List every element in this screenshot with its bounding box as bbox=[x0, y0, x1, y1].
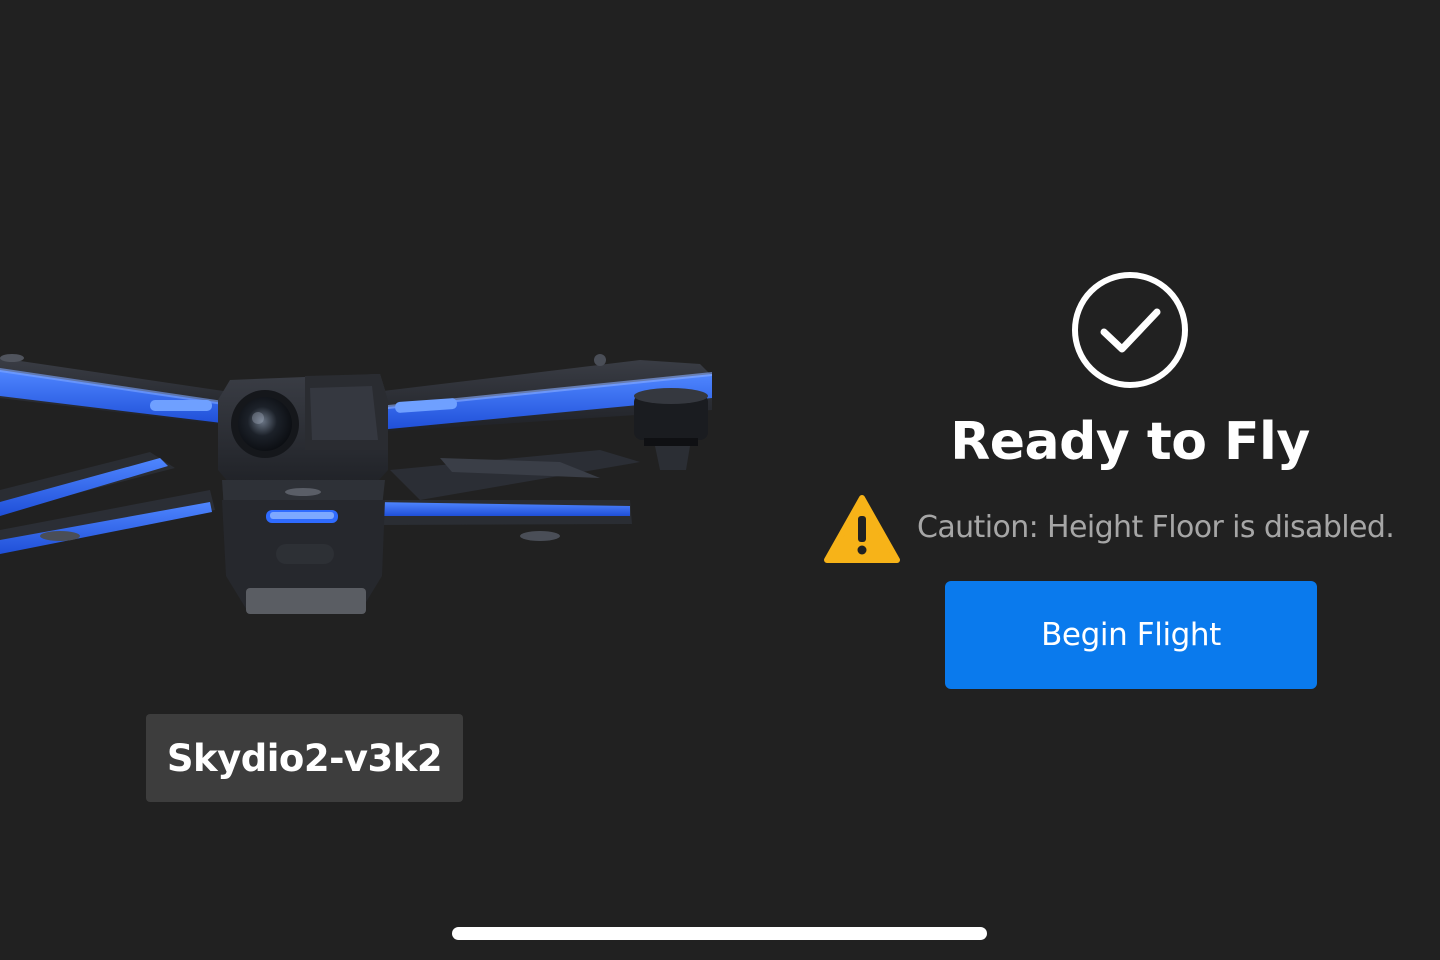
device-name-text: Skydio2-v3k2 bbox=[166, 736, 443, 780]
begin-flight-button[interactable]: Begin Flight bbox=[945, 581, 1317, 689]
drone-image bbox=[0, 354, 712, 614]
caution-message: Caution: Height Floor is disabled. bbox=[824, 494, 1440, 564]
ready-to-fly-screen: Skydio2-v3k2 Ready to Fly Caution: Heigh… bbox=[0, 0, 1440, 960]
device-name-label: Skydio2-v3k2 bbox=[146, 714, 463, 802]
warning-triangle-icon bbox=[824, 495, 900, 563]
status-title: Ready to Fly bbox=[950, 412, 1310, 472]
home-indicator[interactable] bbox=[452, 927, 987, 940]
caution-text: Caution: Height Floor is disabled. bbox=[917, 510, 1395, 545]
check-circle-icon bbox=[1072, 272, 1188, 388]
